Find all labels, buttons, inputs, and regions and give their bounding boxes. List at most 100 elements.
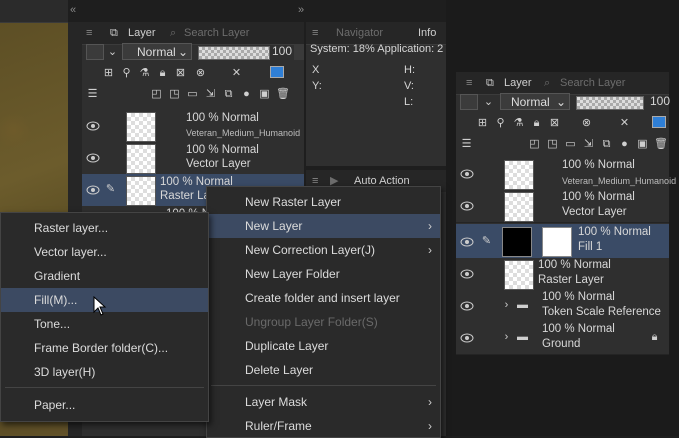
layer-row-selected[interactable]: ✎ 100 % Normal Fill 1 (456, 224, 669, 259)
eye-icon[interactable] (86, 184, 100, 195)
tab-search-layer[interactable]: Search Layer (560, 72, 625, 94)
new-folder-icon[interactable]: ▭ (564, 138, 577, 151)
eye-icon[interactable] (460, 168, 474, 179)
combine-icon[interactable]: ⧉ (600, 138, 613, 151)
submenu-item-raster-layer[interactable]: Raster layer... (1, 216, 208, 240)
chevron-down-icon[interactable]: ⌄ (106, 46, 119, 59)
layer-row[interactable]: › ▬ 100 % Normal Ground 🔒︎ (456, 322, 669, 355)
panel-menu-icon[interactable]: ≡ (312, 22, 318, 44)
collapse-left-icon[interactable]: « (70, 4, 76, 16)
apply-mask-icon[interactable]: ▣ (258, 88, 271, 101)
layer-row[interactable]: 100 % Normal Raster Layer (456, 258, 669, 291)
eye-icon[interactable] (86, 120, 100, 131)
lock-icon[interactable]: 🔒︎ (156, 67, 169, 80)
new-layer-submenu: Raster layer... Vector layer... Gradient… (0, 212, 209, 422)
layer-row[interactable]: 100 % Normal Veteran_Medium_Humanoid (456, 158, 676, 191)
opacity-slider[interactable] (576, 96, 644, 110)
tab-navigator[interactable]: Navigator (336, 22, 383, 44)
ruler-icon[interactable]: ✕ (230, 67, 243, 80)
chevron-down-icon[interactable]: ⌄ (482, 96, 495, 109)
submenu-item-vector-layer[interactable]: Vector layer... (1, 240, 208, 264)
eye-icon[interactable] (460, 200, 474, 211)
new-vector-layer-icon[interactable]: ◳ (546, 138, 559, 151)
tab-search-layer[interactable]: Search Layer (184, 22, 249, 44)
menu-item-delete-layer[interactable]: Delete Layer (207, 358, 440, 382)
eye-icon[interactable] (460, 268, 474, 279)
tab-layer[interactable]: Layer (128, 22, 156, 44)
menu-item-layer-mask[interactable]: Layer Mask › (207, 390, 440, 414)
submenu-item-3d-layer[interactable]: 3D layer(H) (1, 360, 208, 384)
opacity-value[interactable]: 100 (650, 94, 670, 108)
create-mask-icon[interactable]: ● (240, 88, 253, 101)
search-layer-tab-icon[interactable]: ⌕ (544, 72, 550, 94)
create-mask-icon[interactable]: ● (618, 138, 631, 151)
lock-transparent-icon[interactable]: ⊠ (174, 67, 187, 80)
layer-tab-icon[interactable]: ⧉ (110, 22, 118, 44)
eye-icon[interactable] (460, 236, 474, 247)
clip-lower-icon[interactable]: ⊞ (102, 67, 115, 80)
layer-name: Veteran_Medium_Humanoid (186, 128, 301, 138)
new-raster-layer-icon[interactable]: ◰ (150, 88, 163, 101)
blend-mode-select[interactable]: Normal ⌄ (122, 43, 192, 60)
new-raster-layer-icon[interactable]: ◰ (528, 138, 541, 151)
delete-icon[interactable]: 🗑︎ (654, 138, 668, 151)
menu-item-create-folder-insert[interactable]: Create folder and insert layer (207, 286, 440, 310)
layer-row[interactable]: › ▬ 100 % Normal Token Scale Reference (456, 290, 669, 323)
combine-icon[interactable]: ⧉ (222, 88, 235, 101)
new-vector-layer-icon[interactable]: ◳ (168, 88, 181, 101)
transfer-lower-icon[interactable]: ⇲ (204, 88, 217, 101)
chevron-right-icon[interactable]: › (500, 299, 513, 312)
menu-item-ruler-frame[interactable]: Ruler/Frame › (207, 414, 440, 438)
clip-lower-icon[interactable]: ⊞ (476, 117, 489, 130)
layer-panel-tabbar: ≡ ⧉ Layer ⌕ Search Layer (82, 22, 304, 45)
lock-icon[interactable]: 🔒︎ (530, 117, 543, 130)
reference-layer-icon[interactable]: ⚲ (494, 117, 507, 130)
tab-layer[interactable]: Layer (504, 72, 532, 94)
search-layer-tab-icon[interactable]: ⌕ (170, 22, 176, 44)
mask-icon[interactable]: ⊗ (194, 67, 207, 80)
collapse-right-icon[interactable]: » (298, 4, 304, 16)
ruler-icon[interactable]: ✕ (618, 117, 631, 130)
mask-icon[interactable]: ⊗ (580, 117, 593, 130)
menu-item-new-layer-folder[interactable]: New Layer Folder (207, 262, 440, 286)
eye-icon[interactable] (460, 300, 474, 311)
delete-icon[interactable]: 🗑︎ (276, 88, 290, 101)
apply-mask-icon[interactable]: ▣ (636, 138, 649, 151)
new-folder-icon[interactable]: ▭ (186, 88, 199, 101)
mask-toggle-button[interactable] (460, 94, 478, 110)
layer-opacity-mode: 100 % Normal (538, 259, 611, 271)
chevron-right-icon[interactable]: › (500, 331, 513, 344)
opacity-slider[interactable] (198, 46, 270, 60)
tab-info[interactable]: Info (418, 22, 436, 44)
layer-color-icon[interactable] (270, 66, 284, 78)
submenu-item-frame-border-folder[interactable]: Frame Border folder(C)... (1, 336, 208, 360)
opacity-value[interactable]: 100 (272, 44, 292, 58)
layer-row[interactable]: 100 % Normal Veteran_Medium_Humanoid (82, 110, 304, 143)
draft-layer-icon[interactable]: ⚗ (138, 67, 151, 80)
transfer-lower-icon[interactable]: ⇲ (582, 138, 595, 151)
opacity-spin-button[interactable] (294, 44, 304, 60)
lock-transparent-icon[interactable]: ⊠ (548, 117, 561, 130)
panel-menu-icon[interactable]: ≡ (86, 22, 92, 44)
layer-list-icon[interactable]: ☰ (86, 88, 99, 101)
blend-mode-select[interactable]: Normal ⌄ (500, 93, 570, 110)
layer-list-icon[interactable]: ☰ (460, 138, 473, 151)
menu-item-new-raster-layer[interactable]: New Raster Layer (207, 190, 440, 214)
reference-layer-icon[interactable]: ⚲ (120, 67, 133, 80)
mask-toggle-button[interactable] (86, 44, 104, 60)
menu-separator (211, 385, 436, 386)
submenu-item-gradient[interactable]: Gradient (1, 264, 208, 288)
eye-icon[interactable] (86, 152, 100, 163)
layer-row[interactable]: 100 % Normal Vector Layer (456, 190, 669, 223)
menu-item-duplicate-layer[interactable]: Duplicate Layer (207, 334, 440, 358)
layer-color-icon[interactable] (652, 116, 666, 128)
draft-layer-icon[interactable]: ⚗ (512, 117, 525, 130)
layer-tab-icon[interactable]: ⧉ (486, 72, 494, 94)
layer-row[interactable]: 100 % Normal Vector Layer (82, 142, 304, 175)
menu-item-new-correction-layer[interactable]: New Correction Layer(J) › (207, 238, 440, 262)
submenu-item-paper[interactable]: Paper... (1, 393, 208, 417)
eye-icon[interactable] (460, 332, 474, 343)
lock-icon[interactable]: 🔒︎ (648, 331, 661, 344)
panel-menu-icon[interactable]: ≡ (466, 72, 472, 94)
menu-item-new-layer[interactable]: New Layer › (207, 214, 440, 238)
